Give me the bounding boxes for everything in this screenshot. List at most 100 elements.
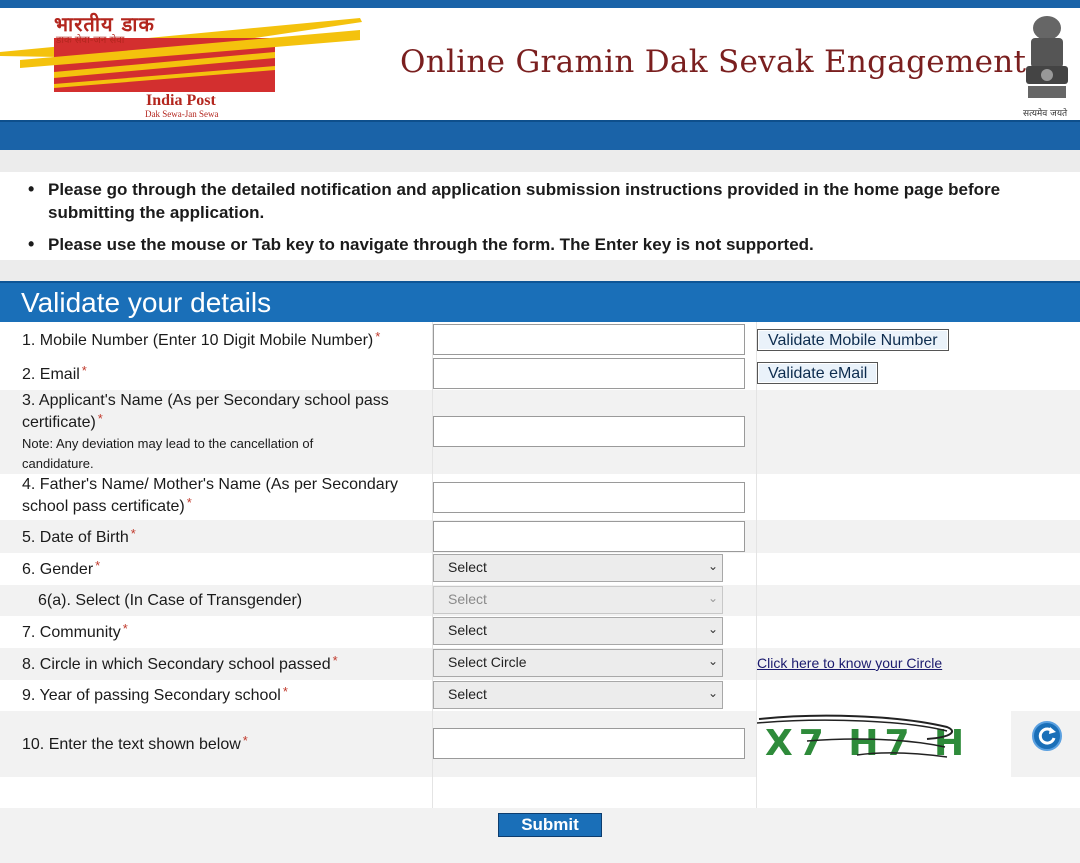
circle-label-text: 8. Circle in which Secondary school pass… [22,656,331,673]
form-row-captcha: 10. Enter the text shown below * X7 H7 H [0,711,1080,777]
know-your-circle-link[interactable]: Click here to know your Circle [757,655,942,671]
cell-divider [756,474,757,520]
chevron-down-icon: ⌄ [707,654,718,668]
chevron-down-icon: ⌄ [707,622,718,636]
year-passing-selected-value: Select [448,686,487,702]
chevron-down-icon: ⌄ [707,559,718,573]
emblem-motto: सत्यमेव जयते [1023,109,1068,119]
year-passing-label: 9. Year of passing Secondary school * [22,684,288,707]
logo-tagline: Dak Sewa-Jan Sewa [145,109,219,119]
chevron-down-icon: ⌄ [707,686,718,700]
gender-select[interactable]: Select ⌄ [433,554,723,582]
spacer-band [0,260,1080,281]
top-stripe [0,0,1080,8]
community-selected-value: Select [448,622,487,638]
parent-name-label: 4. Father's Name/ Mother's Name (As per … [22,474,398,518]
form-row-spacer [0,777,1080,808]
cell-divider [756,520,757,553]
section-header: Validate your details [0,281,1080,322]
applicant-name-input[interactable] [433,416,745,447]
dob-input[interactable] [433,521,745,552]
transgender-select: Select ⌄ [433,586,723,614]
transgender-label: 6(a). Select (In Case of Transgender) [38,592,303,609]
email-input[interactable] [433,358,745,389]
required-marker: * [375,329,381,344]
form-row-year-passing: 9. Year of passing Secondary school * Sel… [0,680,1080,711]
captcha-input[interactable] [433,728,745,759]
dob-label-text: 5. Date of Birth [22,529,129,546]
gender-label: 6. Gender * [22,558,101,581]
instructions-list: Please go through the detailed notificat… [24,178,1076,265]
circle-label: 8. Circle in which Secondary school pass… [22,653,338,676]
logo-hindi-subtext: डाक सेवा-जन सेवा [56,35,125,46]
gender-selected-value: Select [448,559,487,575]
parent-name-input[interactable] [433,482,745,513]
circle-selected-value: Select Circle [448,654,527,670]
instructions-panel: Please go through the detailed notificat… [0,172,1080,260]
email-label: 2. Email * [22,363,87,386]
validate-mobile-button[interactable]: Validate Mobile Number [757,329,949,351]
form-row-transgender: 6(a). Select (In Case of Transgender) Se… [0,585,1080,616]
community-label-text: 7. Community [22,624,121,641]
national-emblem-icon [1014,8,1080,120]
form-row-applicant-name: 3. Applicant's Name (As per Secondary sc… [0,390,1080,474]
mobile-label: 1. Mobile Number (Enter 10 Digit Mobile … [22,329,381,352]
required-marker: * [95,558,101,573]
instruction-item: Please use the mouse or Tab key to navig… [24,233,1076,256]
form-row-mobile: 1. Mobile Number (Enter 10 Digit Mobile … [0,322,1080,356]
spacer-band [0,150,1080,172]
form-row-email: 2. Email * Validate eMail [0,356,1080,390]
circle-select[interactable]: Select Circle ⌄ [433,649,723,677]
chevron-down-icon: ⌄ [707,591,718,605]
captcha-label: 10. Enter the text shown below * [22,733,248,756]
applicant-name-label-line1: 3. Applicant's Name (As per Secondary sc… [22,392,389,409]
site-header: भारतीय डाक डाक सेवा-जन सेवा India Post D… [0,8,1080,120]
cell-divider [756,553,757,585]
community-label: 7. Community * [22,621,128,644]
gender-label-text: 6. Gender [22,561,94,578]
required-marker: * [97,411,103,426]
form-row-parent-name: 4. Father's Name/ Mother's Name (As per … [0,474,1080,520]
required-marker: * [282,684,288,699]
logo-name: India Post [146,92,216,109]
mobile-label-text: 1. Mobile Number (Enter 10 Digit Mobile … [22,332,374,349]
required-marker: * [130,526,136,541]
required-marker: * [186,495,192,510]
captcha-image: X7 H7 H [757,711,1011,777]
nav-band [0,120,1080,150]
refresh-icon[interactable] [1032,721,1062,751]
form-row-gender: 6. Gender * Select ⌄ [0,553,1080,585]
required-marker: * [332,653,338,668]
parent-name-label-line1: 4. Father's Name/ Mother's Name (As per … [22,476,399,493]
year-passing-select[interactable]: Select ⌄ [433,681,723,709]
cell-divider [756,777,757,808]
submit-button[interactable]: Submit [498,813,602,837]
cell-divider [756,680,757,711]
form-row-circle: 8. Circle in which Secondary school pass… [0,648,1080,680]
cell-divider [756,616,757,648]
community-select[interactable]: Select ⌄ [433,617,723,645]
cell-divider [432,777,433,808]
required-marker: * [81,363,87,378]
note-line2: candidature. [22,456,94,471]
validate-email-button[interactable]: Validate eMail [757,362,879,384]
captcha-graphic: X7 H7 H [757,714,964,764]
page-title: Online Gramin Dak Sevak Engagement [400,44,1027,80]
applicant-name-label-line2: certificate) [22,414,96,431]
section-title: Validate your details [21,287,272,318]
captcha-label-text: 10. Enter the text shown below [22,736,241,753]
note-line1: Note: Any deviation may lead to the canc… [22,436,314,451]
year-passing-label-text: 9. Year of passing Secondary school [22,687,281,704]
applicant-name-label: 3. Applicant's Name (As per Secondary sc… [22,390,389,434]
instruction-item: Please go through the detailed notificat… [24,178,1076,224]
parent-name-label-line2: school pass certificate) [22,498,185,515]
applicant-name-note: Note: Any deviation may lead to the canc… [22,434,313,474]
india-post-logo: भारतीय डाक डाक सेवा-जन सेवा India Post D… [0,8,370,120]
required-marker: * [122,621,128,636]
form-row-dob: 5. Date of Birth * [0,520,1080,553]
required-marker: * [242,733,248,748]
dob-label: 5. Date of Birth * [22,526,136,549]
email-label-text: 2. Email [22,366,80,383]
cell-divider [756,585,757,616]
mobile-number-input[interactable] [433,324,745,355]
